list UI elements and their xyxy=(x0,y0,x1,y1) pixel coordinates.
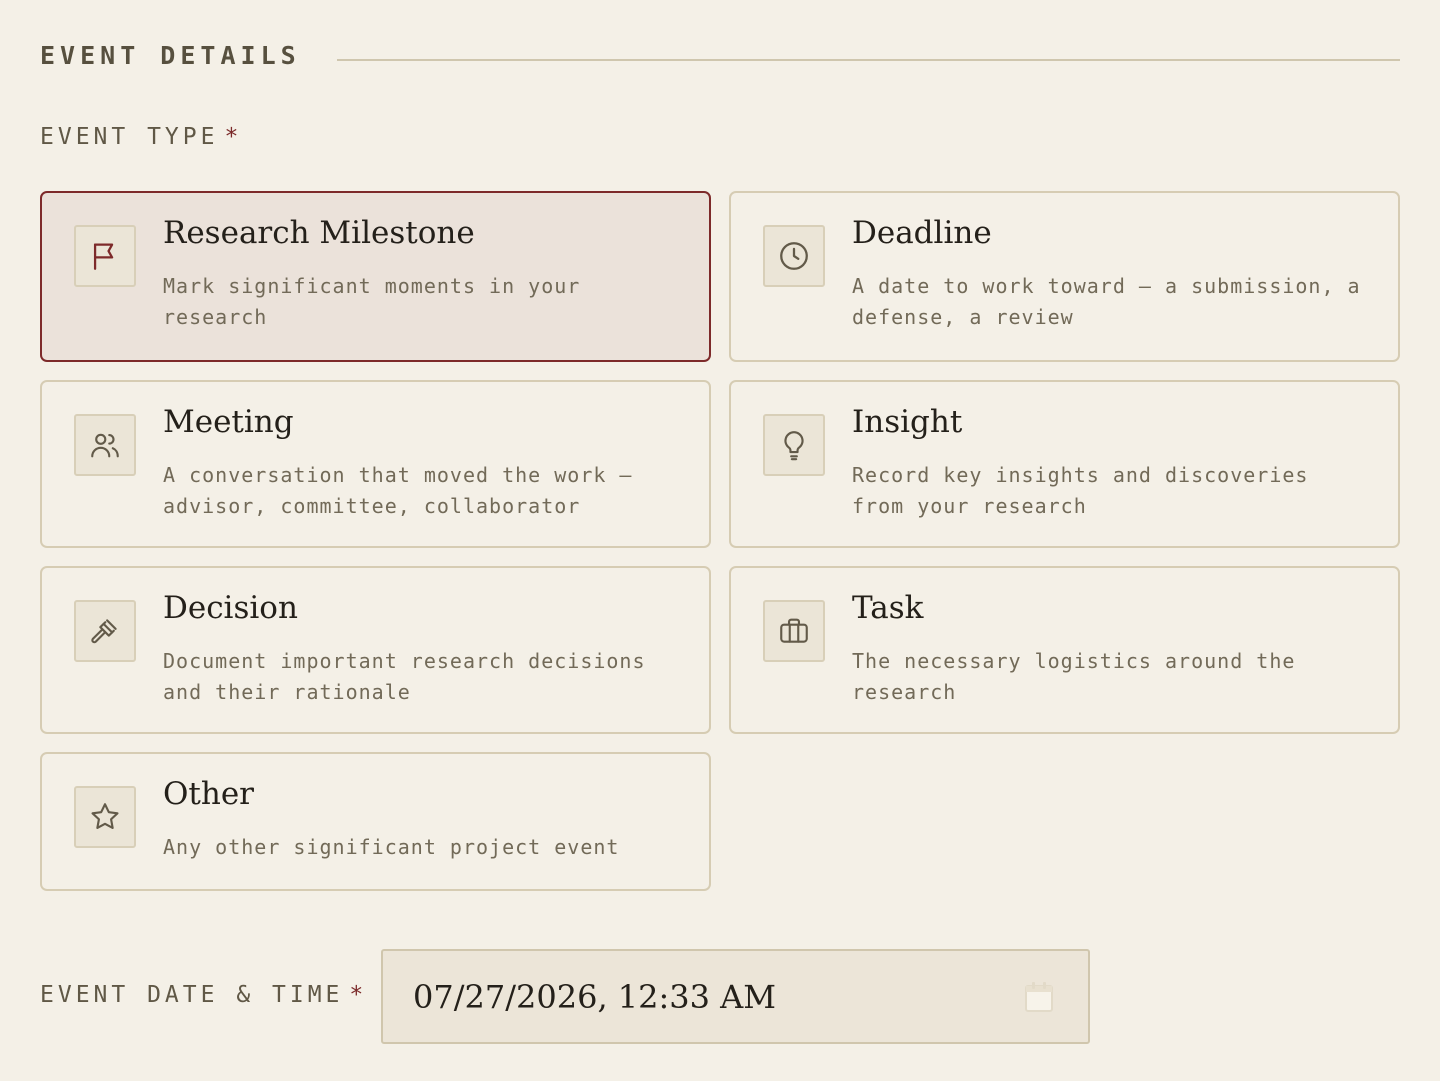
option-description: The necessary logistics around the resea… xyxy=(852,649,1296,704)
lightbulb-icon xyxy=(763,414,825,476)
clock-icon xyxy=(763,225,825,287)
event-type-option-deadline[interactable]: Deadline A date to work toward — a submi… xyxy=(729,191,1400,362)
section-header: EVENT DETAILS xyxy=(40,38,1400,72)
briefcase-icon xyxy=(763,600,825,662)
section-title: EVENT DETAILS xyxy=(40,40,301,70)
event-date-input[interactable]: 07/27/2026, 12:33 AM xyxy=(381,949,1090,1044)
event-type-label: EVENT TYPE * xyxy=(40,124,242,150)
option-description: Mark significant moments in your researc… xyxy=(163,274,581,329)
required-mark: * xyxy=(224,124,243,150)
option-title: Insight xyxy=(852,404,963,440)
event-type-label-text: EVENT TYPE xyxy=(40,124,219,150)
flag-icon xyxy=(74,225,136,287)
event-type-option-research-milestone[interactable]: Research Milestone Mark significant mome… xyxy=(40,191,711,362)
option-description: A conversation that moved the work — adv… xyxy=(163,463,633,518)
event-type-option-insight[interactable]: Insight Record key insights and discover… xyxy=(729,380,1400,548)
option-title: Deadline xyxy=(852,215,992,251)
star-icon xyxy=(74,786,136,848)
event-type-option-meeting[interactable]: Meeting A conversation that moved the wo… xyxy=(40,380,711,548)
option-description: Document important research decisions an… xyxy=(163,649,646,704)
event-type-option-other[interactable]: Other Any other significant project even… xyxy=(40,752,711,891)
event-type-option-decision[interactable]: Decision Document important research dec… xyxy=(40,566,711,734)
option-title: Research Milestone xyxy=(163,215,475,251)
required-mark: * xyxy=(349,982,368,1008)
calendar-icon[interactable] xyxy=(1024,981,1054,1013)
event-date-label-text: EVENT DATE & TIME xyxy=(40,982,344,1008)
option-title: Decision xyxy=(163,590,298,626)
event-type-options: Research Milestone Mark significant mome… xyxy=(40,191,1400,891)
section-divider xyxy=(336,59,1400,61)
event-type-option-task[interactable]: Task The necessary logistics around the … xyxy=(729,566,1400,734)
gavel-icon xyxy=(74,600,136,662)
event-date-value: 07/27/2026, 12:33 AM xyxy=(413,977,777,1016)
option-description: Any other significant project event xyxy=(163,835,620,859)
event-date-label: EVENT DATE & TIME * xyxy=(40,982,367,1008)
users-icon xyxy=(74,414,136,476)
option-title: Other xyxy=(163,776,255,812)
option-description: Record key insights and discoveries from… xyxy=(852,463,1309,518)
option-description: A date to work toward — a submission, a … xyxy=(852,274,1361,329)
option-title: Meeting xyxy=(163,404,294,440)
option-title: Task xyxy=(852,590,924,626)
